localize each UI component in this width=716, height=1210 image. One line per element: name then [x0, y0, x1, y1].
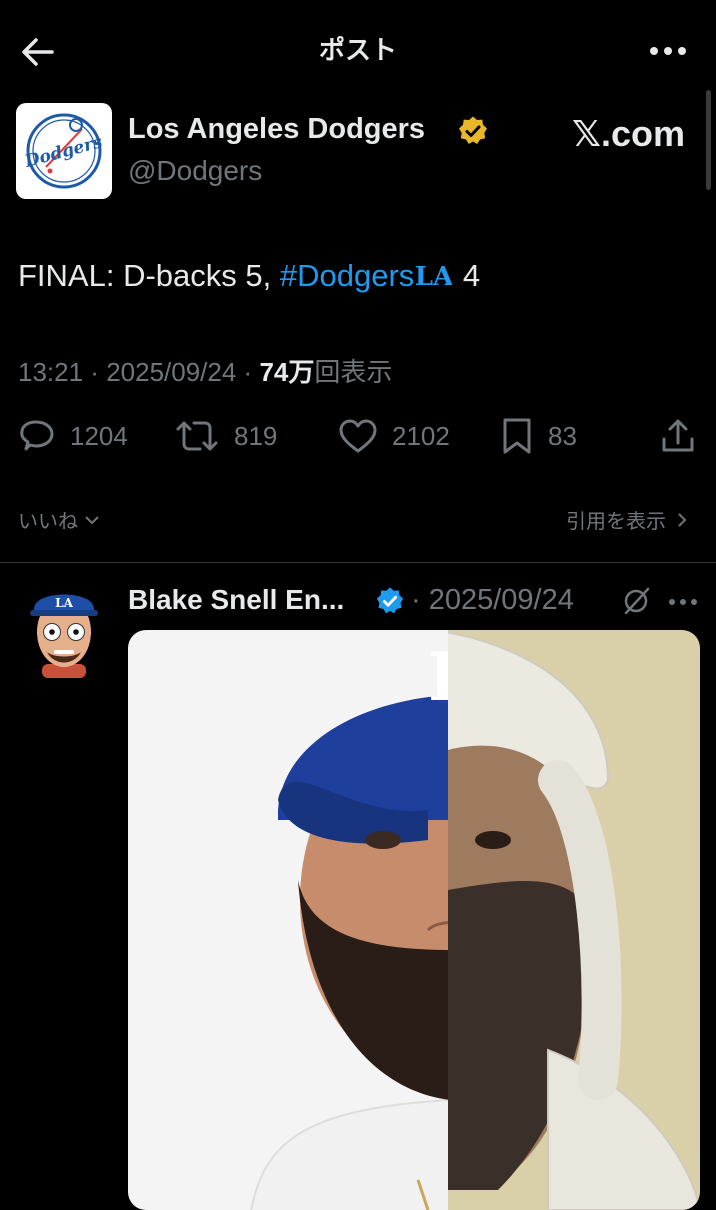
reply-icon: [20, 420, 54, 451]
more-horizontal-icon: [650, 47, 686, 55]
cartoon-avatar-icon: LA: [30, 594, 98, 678]
split-portrait-image: LA: [128, 630, 700, 1210]
grok-icon[interactable]: [620, 585, 652, 617]
svg-text:LA: LA: [416, 262, 452, 290]
tweet-meta: 13:21 · 2025/09/24 · 74万回表示: [18, 357, 393, 387]
reply-more-button[interactable]: [666, 592, 700, 612]
tweet-text: FINAL: D-backs 5, #Dodgers LA 4: [18, 258, 480, 298]
tweet-text-suffix: 4: [454, 258, 481, 293]
verified-badge-icon: [375, 586, 405, 616]
view-quotes-link[interactable]: 引用を表示: [566, 505, 690, 534]
chevron-down-icon: [85, 515, 99, 524]
bookmark-icon: [503, 418, 531, 454]
repost-count: 819: [234, 420, 278, 451]
reply-date: · 2025/09/24: [411, 584, 574, 616]
author-avatar[interactable]: Dodgers: [16, 103, 112, 199]
views-label: 回表示: [314, 357, 393, 387]
heart-icon: [339, 419, 377, 453]
share-icon: [662, 419, 694, 452]
like-count: 2102: [392, 420, 450, 451]
more-options-button[interactable]: [646, 36, 690, 66]
svg-text:LA: LA: [55, 596, 73, 610]
likes-label: いいね: [18, 511, 78, 533]
tweet-date: 2025/09/24: [106, 357, 237, 387]
reply-avatar[interactable]: LA: [28, 580, 100, 680]
reply-count: 1204: [70, 420, 128, 451]
la-emoji-icon: LA: [415, 260, 454, 298]
scrollbar[interactable]: [706, 90, 711, 190]
reply-author-name[interactable]: Blake Snell En...: [128, 584, 344, 616]
reply-button[interactable]: 1204: [18, 414, 128, 458]
quotes-label: 引用を表示: [566, 511, 666, 533]
x-com-watermark: 𝕏.com: [572, 113, 686, 154]
tweet-time: 13:21: [18, 357, 84, 387]
verified-badge-icon: [457, 115, 489, 147]
bookmark-button[interactable]: 83: [500, 414, 577, 458]
chevron-right-icon: [678, 512, 687, 527]
author-handle[interactable]: @Dodgers: [128, 155, 262, 187]
likes-dropdown[interactable]: いいね: [18, 505, 102, 534]
share-button[interactable]: [660, 414, 710, 458]
repost-icon: [176, 421, 218, 451]
views-count: 74万: [259, 357, 315, 387]
dodgers-logo-icon: Dodgers: [22, 113, 105, 189]
repost-button[interactable]: 819: [174, 414, 277, 458]
divider: [0, 562, 716, 563]
hashtag-link[interactable]: #Dodgers: [280, 258, 414, 293]
author-name[interactable]: Los Angeles Dodgers: [128, 113, 425, 146]
tweet-text-prefix: FINAL: D-backs 5,: [18, 258, 280, 293]
page-title: ポスト: [318, 35, 397, 65]
like-button[interactable]: 2102: [338, 414, 450, 458]
bookmark-count: 83: [548, 420, 577, 451]
more-horizontal-icon: [669, 599, 697, 605]
reply-media-image[interactable]: LA: [128, 630, 700, 1210]
